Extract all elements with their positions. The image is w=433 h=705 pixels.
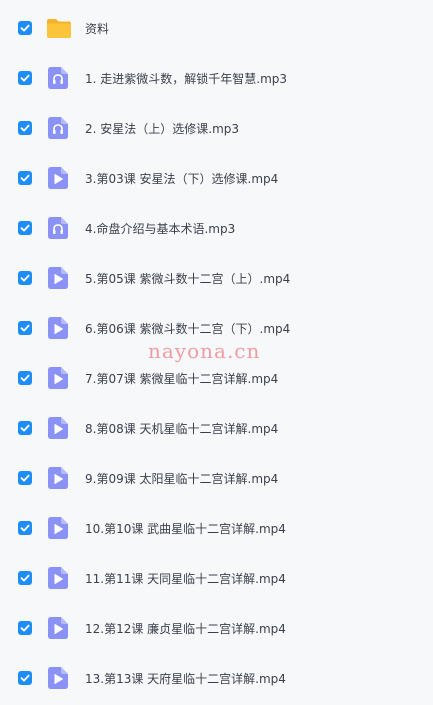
video-file-icon bbox=[48, 517, 68, 539]
list-item[interactable]: 5.第05课 紫微斗数十二宫（上）.mp4 bbox=[0, 253, 433, 303]
file-name: 11.第11课 天同星临十二宫详解.mp4 bbox=[85, 571, 286, 586]
list-item[interactable]: 13.第13课 天府星临十二宫详解.mp4 bbox=[0, 653, 433, 703]
video-file-icon bbox=[48, 167, 68, 189]
audio-file-icon bbox=[48, 67, 68, 89]
file-name: 4.命盘介绍与基本术语.mp3 bbox=[85, 221, 236, 236]
file-name: 3.第03课 安星法（下）选修课.mp4 bbox=[85, 171, 279, 186]
video-file-icon bbox=[48, 417, 68, 439]
list-item[interactable]: 10.第10课 武曲星临十二宫详解.mp4 bbox=[0, 503, 433, 553]
folder-icon bbox=[46, 17, 72, 39]
checkbox[interactable] bbox=[18, 171, 32, 185]
file-name: 13.第13课 天府星临十二宫详解.mp4 bbox=[85, 671, 286, 686]
file-list: 资料 1. 走进紫微斗数，解锁千年智慧.mp3 2. 安星法（上）选修课.mp3… bbox=[0, 0, 433, 705]
list-item[interactable]: 8.第08课 天机星临十二宫详解.mp4 bbox=[0, 403, 433, 453]
file-name: 2. 安星法（上）选修课.mp3 bbox=[85, 121, 240, 136]
checkbox[interactable] bbox=[18, 71, 32, 85]
checkbox[interactable] bbox=[18, 471, 32, 485]
list-item[interactable]: 1. 走进紫微斗数，解锁千年智慧.mp3 bbox=[0, 53, 433, 103]
watermark-text: nayona.cn bbox=[148, 339, 261, 363]
file-name: 12.第12课 廉贞星临十二宫详解.mp4 bbox=[85, 621, 286, 636]
video-file-icon bbox=[48, 567, 68, 589]
file-name: 5.第05课 紫微斗数十二宫（上）.mp4 bbox=[85, 271, 291, 286]
list-item[interactable]: 11.第11课 天同星临十二宫详解.mp4 bbox=[0, 553, 433, 603]
list-item[interactable]: 资料 bbox=[0, 3, 433, 53]
video-file-icon bbox=[48, 267, 68, 289]
checkbox[interactable] bbox=[18, 321, 32, 335]
checkbox[interactable] bbox=[18, 21, 32, 35]
checkbox[interactable] bbox=[18, 621, 32, 635]
file-name: 10.第10课 武曲星临十二宫详解.mp4 bbox=[85, 521, 286, 536]
file-name: 1. 走进紫微斗数，解锁千年智慧.mp3 bbox=[85, 71, 288, 86]
video-file-icon bbox=[48, 667, 68, 689]
video-file-icon bbox=[48, 317, 68, 339]
checkbox[interactable] bbox=[18, 221, 32, 235]
file-name: 9.第09课 太阳星临十二宫详解.mp4 bbox=[85, 471, 279, 486]
video-file-icon bbox=[48, 617, 68, 639]
checkbox[interactable] bbox=[18, 571, 32, 585]
video-file-icon bbox=[48, 367, 68, 389]
video-file-icon bbox=[48, 467, 68, 489]
list-item[interactable]: 3.第03课 安星法（下）选修课.mp4 bbox=[0, 153, 433, 203]
file-name: 7.第07课 紫微星临十二宫详解.mp4 bbox=[85, 371, 279, 386]
checkbox[interactable] bbox=[18, 521, 32, 535]
list-item[interactable]: 4.命盘介绍与基本术语.mp3 bbox=[0, 203, 433, 253]
audio-file-icon bbox=[48, 217, 68, 239]
list-item[interactable]: 2. 安星法（上）选修课.mp3 bbox=[0, 103, 433, 153]
file-name: 8.第08课 天机星临十二宫详解.mp4 bbox=[85, 421, 279, 436]
list-item[interactable]: 12.第12课 廉贞星临十二宫详解.mp4 bbox=[0, 603, 433, 653]
file-name: 资料 bbox=[85, 21, 110, 36]
checkbox[interactable] bbox=[18, 371, 32, 385]
file-name: 6.第06课 紫微斗数十二宫（下）.mp4 bbox=[85, 321, 291, 336]
checkbox[interactable] bbox=[18, 121, 32, 135]
list-item[interactable]: 9.第09课 太阳星临十二宫详解.mp4 bbox=[0, 453, 433, 503]
checkbox[interactable] bbox=[18, 271, 32, 285]
checkbox[interactable] bbox=[18, 671, 32, 685]
audio-file-icon bbox=[48, 117, 68, 139]
checkbox[interactable] bbox=[18, 421, 32, 435]
